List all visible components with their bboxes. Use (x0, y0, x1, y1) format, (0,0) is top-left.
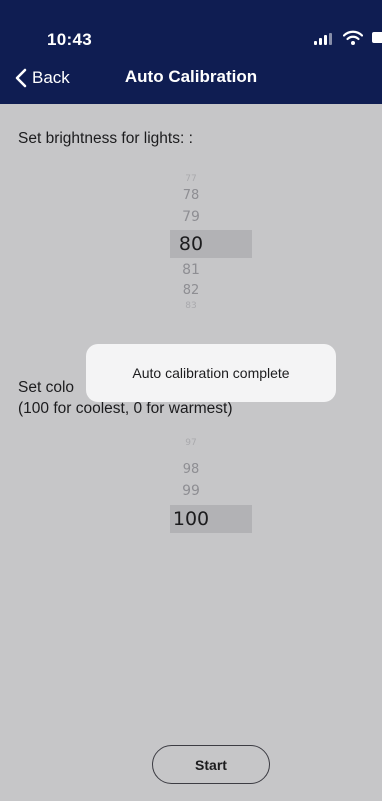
start-button[interactable]: Start (152, 745, 270, 784)
signal-icon (314, 33, 334, 45)
picker-item[interactable]: 81 (0, 262, 382, 278)
picker-item[interactable]: 97 (0, 438, 382, 448)
calibration-content: Set brightness for lights: : 77 78 79 80… (0, 104, 382, 801)
picker-item[interactable]: 78 (0, 188, 382, 203)
page-title: Auto Calibration (124, 67, 258, 86)
battery-icon (372, 32, 382, 43)
picker-item[interactable]: 77 (0, 174, 382, 184)
picker-selected-value[interactable]: 100 (0, 508, 382, 530)
picker-item[interactable]: 99 (0, 483, 382, 499)
picker-item[interactable]: 82 (0, 283, 382, 298)
picker-item[interactable]: 98 (0, 462, 382, 477)
picker-item[interactable]: 79 (0, 209, 382, 225)
color-temp-label: Set colo (18, 379, 75, 396)
wifi-icon (343, 30, 363, 45)
status-time: 10:43 (47, 30, 92, 49)
color-temp-hint: (100 for coolest, 0 for warmest) (18, 400, 233, 417)
picker-selected-value[interactable]: 80 (0, 233, 382, 255)
toast-message: Auto calibration complete (86, 344, 336, 402)
brightness-label: Set brightness for lights: : (18, 130, 193, 147)
picker-item[interactable]: 83 (0, 301, 382, 311)
navigation-header: 10:43 Back Auto Calibration (0, 0, 382, 104)
